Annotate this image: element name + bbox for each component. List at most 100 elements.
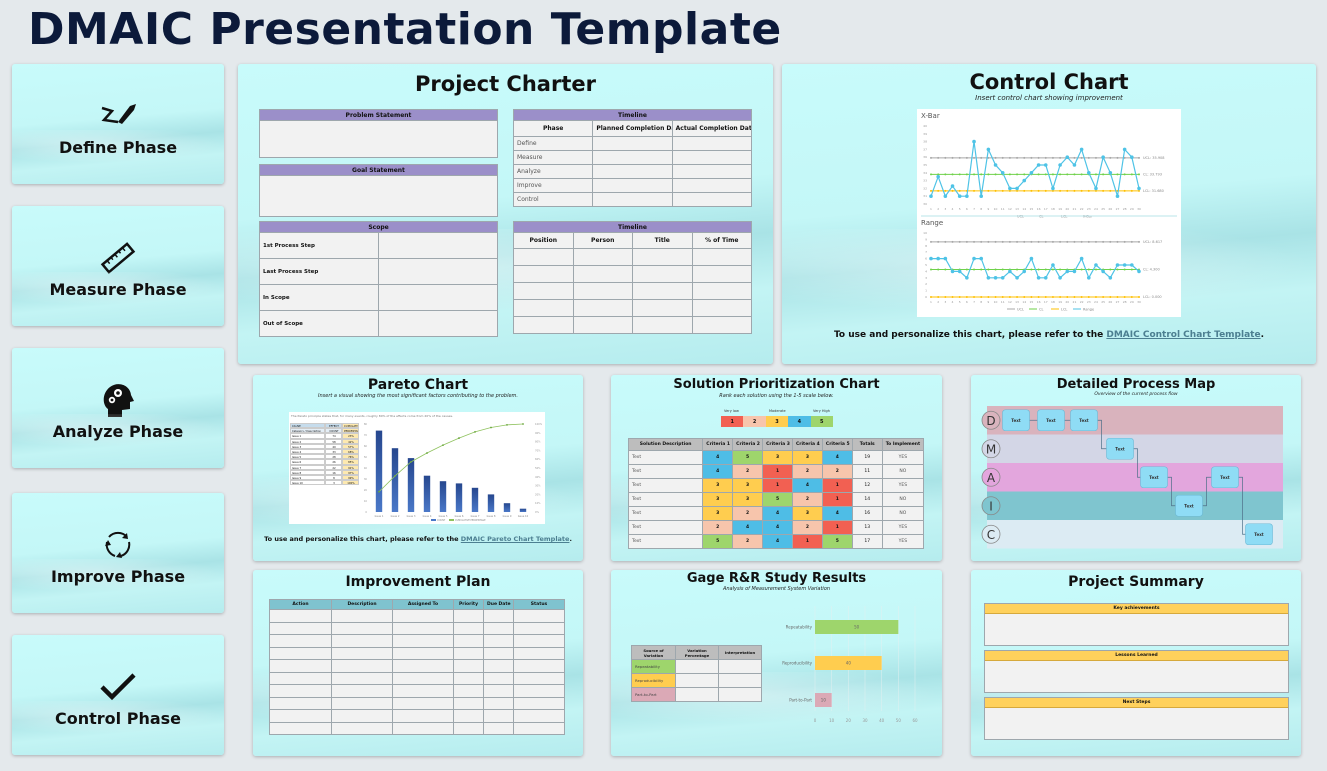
plan-cell[interactable] <box>269 671 332 685</box>
plan-cell[interactable] <box>392 634 454 648</box>
team-cell[interactable] <box>632 248 693 266</box>
plan-cell[interactable] <box>483 671 514 685</box>
plan-cell[interactable] <box>513 659 565 673</box>
scope-field[interactable] <box>378 232 498 259</box>
team-cell[interactable] <box>691 248 752 266</box>
scope-field[interactable] <box>378 258 498 285</box>
phase-card-measure[interactable]: Measure Phase <box>12 206 224 326</box>
plan-cell[interactable] <box>269 696 332 710</box>
team-cell[interactable] <box>632 282 693 300</box>
plan-cell[interactable] <box>513 671 565 685</box>
variation-percentage-field[interactable] <box>675 687 719 702</box>
plan-cell[interactable] <box>269 609 332 623</box>
plan-cell[interactable] <box>513 709 565 723</box>
plan-cell[interactable] <box>269 621 332 635</box>
phase-card-analyze[interactable]: Analyze Phase <box>12 348 224 468</box>
problem-statement-field[interactable] <box>259 120 498 158</box>
interpretation-field[interactable] <box>718 687 762 702</box>
plan-cell[interactable] <box>513 634 565 648</box>
plan-cell[interactable] <box>269 721 332 735</box>
team-cell[interactable] <box>513 265 574 283</box>
scope-field[interactable] <box>378 284 498 311</box>
team-cell[interactable] <box>572 299 633 317</box>
control-chart-template-link[interactable]: DMAIC Control Chart Template <box>1106 330 1260 340</box>
plan-cell[interactable] <box>392 684 454 698</box>
plan-cell[interactable] <box>331 709 393 723</box>
date-field[interactable] <box>671 192 753 207</box>
plan-cell[interactable] <box>513 621 565 635</box>
date-field[interactable] <box>671 150 753 165</box>
interpretation-field[interactable] <box>718 673 762 688</box>
plan-cell[interactable] <box>453 609 484 623</box>
team-cell[interactable] <box>572 265 633 283</box>
plan-cell[interactable] <box>392 721 454 735</box>
plan-cell[interactable] <box>392 646 454 660</box>
plan-cell[interactable] <box>331 634 393 648</box>
plan-cell[interactable] <box>392 671 454 685</box>
plan-cell[interactable] <box>392 659 454 673</box>
date-field[interactable] <box>671 178 753 193</box>
plan-cell[interactable] <box>483 696 514 710</box>
section-field[interactable] <box>985 614 1288 645</box>
plan-cell[interactable] <box>453 709 484 723</box>
pareto-chart-template-link[interactable]: DMAIC Pareto Chart Template <box>461 535 570 543</box>
scope-field[interactable] <box>378 310 498 337</box>
team-cell[interactable] <box>572 282 633 300</box>
team-cell[interactable] <box>632 265 693 283</box>
plan-cell[interactable] <box>483 621 514 635</box>
gage-rr-slide[interactable]: Gage R&R Study Results Analysis of Measu… <box>611 570 942 756</box>
plan-cell[interactable] <box>331 696 393 710</box>
plan-cell[interactable] <box>453 696 484 710</box>
plan-cell[interactable] <box>269 659 332 673</box>
goal-statement-field[interactable] <box>259 175 498 217</box>
variation-percentage-field[interactable] <box>675 659 719 674</box>
team-cell[interactable] <box>691 316 752 334</box>
date-field[interactable] <box>592 136 673 151</box>
plan-cell[interactable] <box>269 684 332 698</box>
plan-cell[interactable] <box>483 609 514 623</box>
section-field[interactable] <box>985 708 1288 739</box>
plan-cell[interactable] <box>331 721 393 735</box>
date-field[interactable] <box>592 178 673 193</box>
plan-cell[interactable] <box>331 671 393 685</box>
plan-cell[interactable] <box>513 609 565 623</box>
plan-cell[interactable] <box>331 659 393 673</box>
project-charter-slide[interactable]: Project Charter Problem Statement Goal S… <box>238 64 773 364</box>
plan-cell[interactable] <box>453 621 484 635</box>
plan-cell[interactable] <box>513 684 565 698</box>
team-cell[interactable] <box>513 248 574 266</box>
team-cell[interactable] <box>632 299 693 317</box>
plan-cell[interactable] <box>269 709 332 723</box>
phase-card-define[interactable]: Define Phase <box>12 64 224 184</box>
pareto-chart-slide[interactable]: Pareto Chart Insert a visual showing the… <box>253 375 583 561</box>
plan-cell[interactable] <box>392 709 454 723</box>
plan-cell[interactable] <box>513 721 565 735</box>
process-map-slide[interactable]: Detailed Process Map Overview of the cur… <box>971 375 1301 561</box>
plan-cell[interactable] <box>453 671 484 685</box>
section-field[interactable] <box>985 661 1288 692</box>
plan-cell[interactable] <box>269 634 332 648</box>
plan-cell[interactable] <box>453 684 484 698</box>
plan-cell[interactable] <box>331 609 393 623</box>
date-field[interactable] <box>592 150 673 165</box>
phase-card-control[interactable]: Control Phase <box>12 635 224 755</box>
plan-cell[interactable] <box>453 634 484 648</box>
solution-prioritization-slide[interactable]: Solution Prioritization Chart Rank each … <box>611 375 942 561</box>
date-field[interactable] <box>592 164 673 179</box>
plan-cell[interactable] <box>483 634 514 648</box>
plan-cell[interactable] <box>392 696 454 710</box>
variation-percentage-field[interactable] <box>675 673 719 688</box>
plan-cell[interactable] <box>453 659 484 673</box>
plan-cell[interactable] <box>392 609 454 623</box>
team-cell[interactable] <box>572 248 633 266</box>
team-cell[interactable] <box>513 282 574 300</box>
plan-cell[interactable] <box>269 646 332 660</box>
plan-cell[interactable] <box>483 659 514 673</box>
team-cell[interactable] <box>513 299 574 317</box>
date-field[interactable] <box>671 164 753 179</box>
plan-cell[interactable] <box>331 684 393 698</box>
plan-cell[interactable] <box>483 721 514 735</box>
improvement-plan-slide[interactable]: Improvement Plan Action Description Assign… <box>253 570 583 756</box>
date-field[interactable] <box>671 136 753 151</box>
plan-cell[interactable] <box>392 621 454 635</box>
